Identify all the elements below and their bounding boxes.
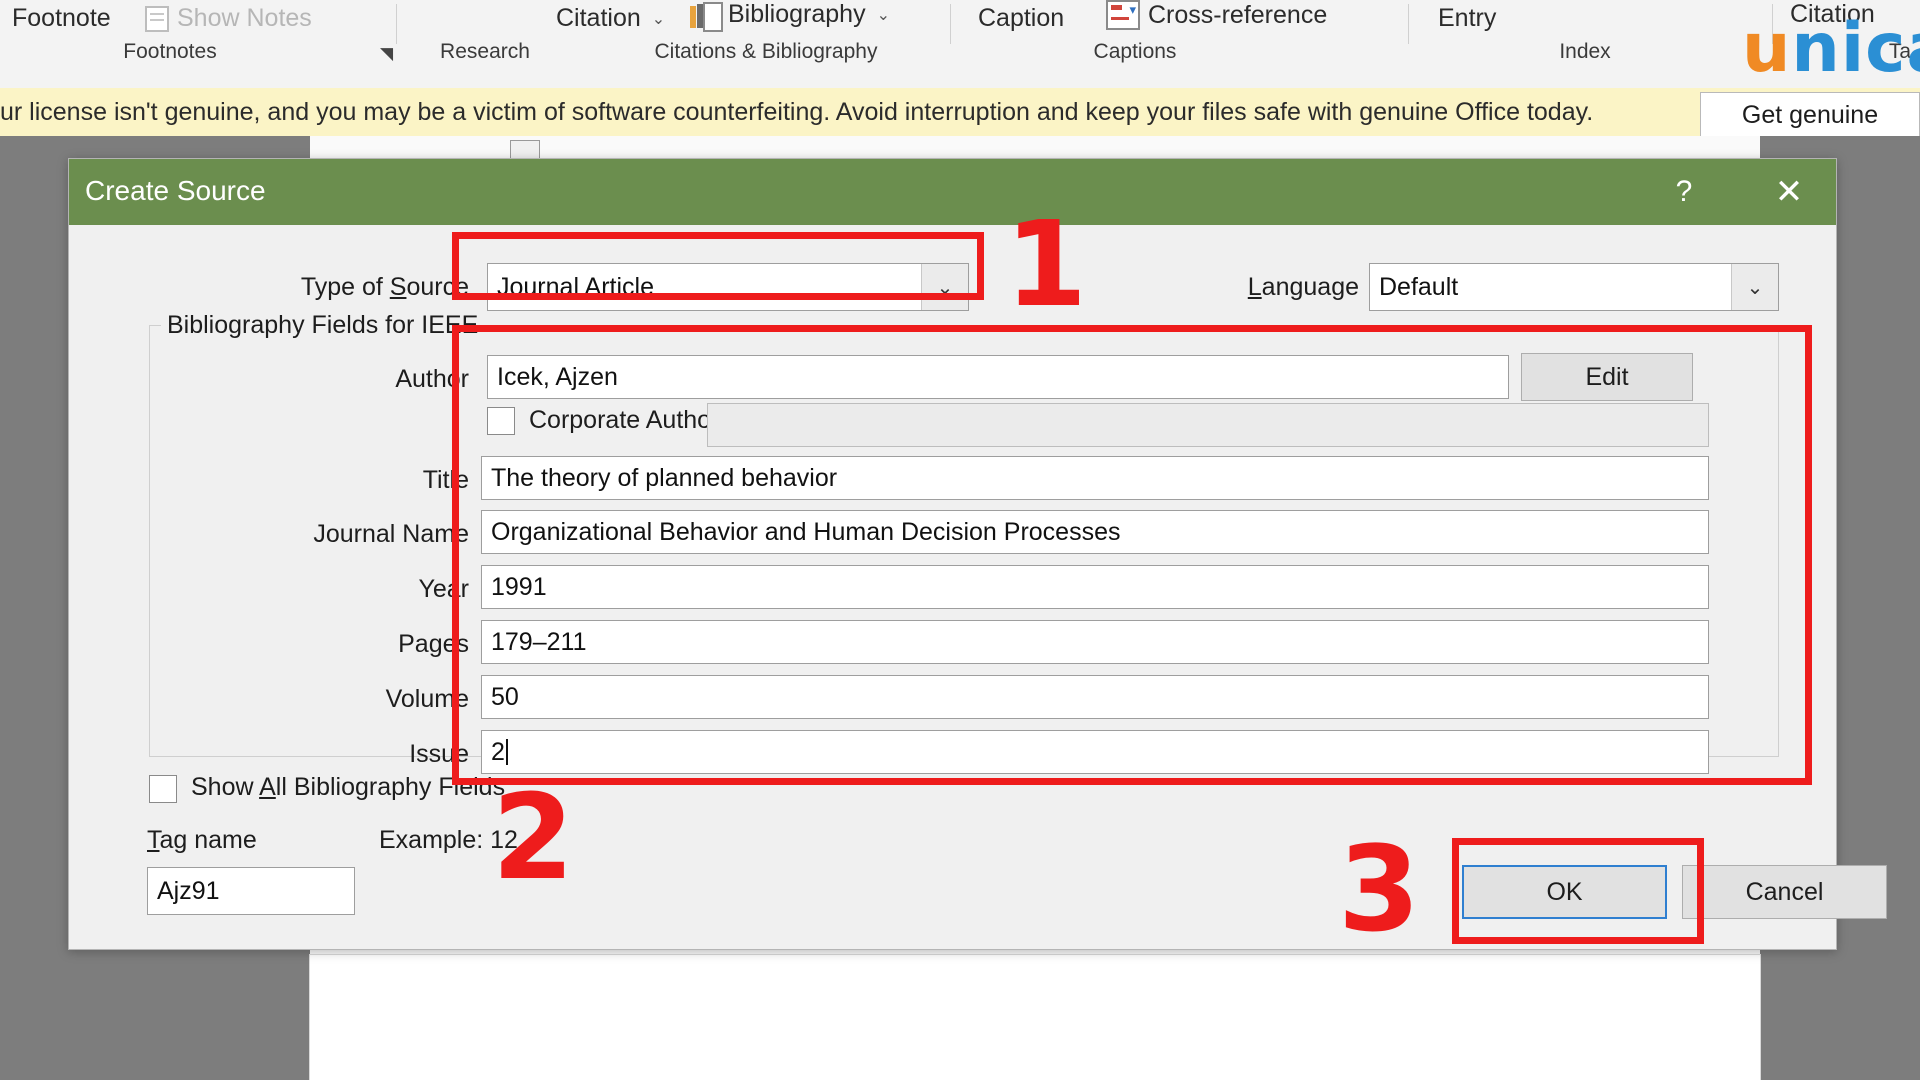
unica-watermark-logo: unica — [1742, 20, 1920, 78]
type-of-source-label: Type of Source — [149, 273, 469, 302]
ribbon-group-label-citations: Citations & Bibliography — [596, 40, 936, 64]
issue-input-value: 2 — [491, 738, 505, 767]
footnote-label: Footnote — [12, 4, 111, 33]
annotation-number-step3: 3 — [1338, 830, 1420, 948]
show-all-bibliography-fields-checkbox[interactable] — [149, 775, 177, 803]
ribbon-group-label-index: Index — [1500, 40, 1670, 64]
ribbon-command-caption[interactable]: Caption — [978, 4, 1064, 33]
edit-author-button[interactable]: Edit — [1521, 353, 1693, 401]
tag-name-label-post: ag name — [160, 826, 257, 854]
show-all-label-pre: Show — [191, 773, 259, 801]
cross-reference-label: Cross-reference — [1148, 1, 1327, 30]
caption-label: Caption — [978, 4, 1064, 33]
bibliography-fields-legend: Bibliography Fields for IEEE — [161, 311, 484, 340]
author-input[interactable]: Icek, Ajzen — [487, 355, 1509, 399]
notification-message: ur license isn't genuine, and you may be… — [0, 98, 1593, 127]
show-all-bibliography-fields-label: Show All Bibliography Fields — [191, 773, 691, 802]
cancel-button[interactable]: Cancel — [1682, 865, 1887, 919]
chevron-down-icon: ⌄ — [652, 9, 665, 29]
unica-logo-u: u — [1742, 9, 1791, 88]
language-label-post: anguage — [1262, 273, 1359, 301]
ribbon-command-citation[interactable]: Citation ⌄ — [556, 4, 665, 33]
annotation-number-step2: 2 — [492, 778, 574, 896]
document-page[interactable] — [310, 955, 1760, 1080]
ribbon-group-label-captions: Captions — [1050, 40, 1220, 64]
language-value: Default — [1370, 273, 1731, 302]
ribbon-group-divider — [950, 4, 951, 44]
dialog-title-bar[interactable]: Create Source ? ✕ — [69, 159, 1836, 225]
tag-name-input[interactable]: Ajz91 — [147, 867, 355, 915]
entry-label: Entry — [1438, 4, 1496, 33]
ribbon-command-cross-reference[interactable]: ▾ Cross-reference — [1106, 0, 1327, 30]
ruler-tab-marker[interactable] — [510, 140, 540, 160]
show-all-label-key: A — [259, 773, 276, 801]
unica-logo-nica: nica — [1791, 9, 1920, 88]
volume-input[interactable]: 50 — [481, 675, 1709, 719]
dialog-body: Type of Source Journal Article ⌄ Languag… — [69, 225, 1836, 949]
ok-button[interactable]: OK — [1462, 865, 1667, 919]
ribbon-references-tab: Footnote Show Notes Citation ⌄ Bibliogra… — [0, 0, 1920, 89]
volume-label: Volume — [249, 685, 469, 714]
show-notes-label: Show Notes — [177, 4, 312, 33]
show-notes-icon — [145, 6, 169, 32]
type-of-source-label-pre: Type of — [301, 273, 390, 301]
genuine-office-notification-bar: ur license isn't genuine, and you may be… — [0, 88, 1920, 137]
type-of-source-dropdown[interactable]: Journal Article ⌄ — [487, 263, 969, 311]
year-input[interactable]: 1991 — [481, 565, 1709, 609]
pages-input[interactable]: 179–211 — [481, 620, 1709, 664]
show-all-label-post: ll Bibliography Fields — [276, 773, 505, 801]
language-label: Language — [1139, 273, 1359, 302]
corporate-author-input[interactable] — [707, 403, 1709, 447]
dialog-title: Create Source — [85, 175, 266, 207]
ribbon-group-label-research: Research — [400, 40, 570, 64]
annotation-number-step1: 1 — [1005, 205, 1087, 323]
year-label: Year — [249, 575, 469, 604]
chevron-down-icon: ⌄ — [877, 5, 890, 25]
chevron-down-icon[interactable]: ⌄ — [921, 264, 968, 310]
type-of-source-label-post: ource — [406, 273, 469, 301]
citation-label: Citation — [556, 4, 641, 33]
ribbon-command-show-notes[interactable]: Show Notes — [145, 4, 312, 33]
bibliography-icon — [690, 2, 720, 28]
cross-reference-icon: ▾ — [1106, 0, 1140, 30]
help-icon[interactable]: ? — [1662, 171, 1706, 213]
issue-input[interactable]: 2 — [481, 730, 1709, 774]
language-label-key: L — [1248, 273, 1262, 301]
footnotes-dialog-launcher-icon[interactable]: ◥ — [380, 44, 393, 64]
ribbon-group-divider — [396, 4, 397, 44]
journal-name-input[interactable]: Organizational Behavior and Human Decisi… — [481, 510, 1709, 554]
author-label: Author — [249, 365, 469, 394]
title-input[interactable]: The theory of planned behavior — [481, 456, 1709, 500]
ribbon-command-footnote[interactable]: Footnote — [12, 4, 111, 33]
ribbon-group-label-footnotes: Footnotes — [0, 40, 340, 64]
create-source-dialog: Create Source ? ✕ Type of Source Journal… — [68, 158, 1837, 950]
close-icon[interactable]: ✕ — [1762, 171, 1816, 213]
type-of-source-value: Journal Article — [488, 273, 921, 302]
ribbon-command-bibliography[interactable]: Bibliography ⌄ — [690, 0, 890, 29]
corporate-author-checkbox[interactable] — [487, 407, 515, 435]
bibliography-label: Bibliography — [728, 0, 866, 29]
ribbon-command-entry[interactable]: Entry — [1438, 4, 1496, 33]
chevron-down-icon[interactable]: ⌄ — [1731, 264, 1778, 310]
ribbon-group-divider — [1408, 4, 1409, 44]
language-dropdown[interactable]: Default ⌄ — [1369, 263, 1779, 311]
type-of-source-label-key: S — [390, 273, 407, 301]
tag-name-label-key: T — [147, 826, 160, 854]
text-cursor — [506, 739, 508, 765]
issue-label: Issue — [249, 740, 469, 769]
pages-label: Pages — [249, 630, 469, 659]
get-genuine-office-button[interactable]: Get genuine — [1700, 92, 1920, 138]
journal-name-label: Journal Name — [209, 520, 469, 549]
title-label: Title — [249, 466, 469, 495]
